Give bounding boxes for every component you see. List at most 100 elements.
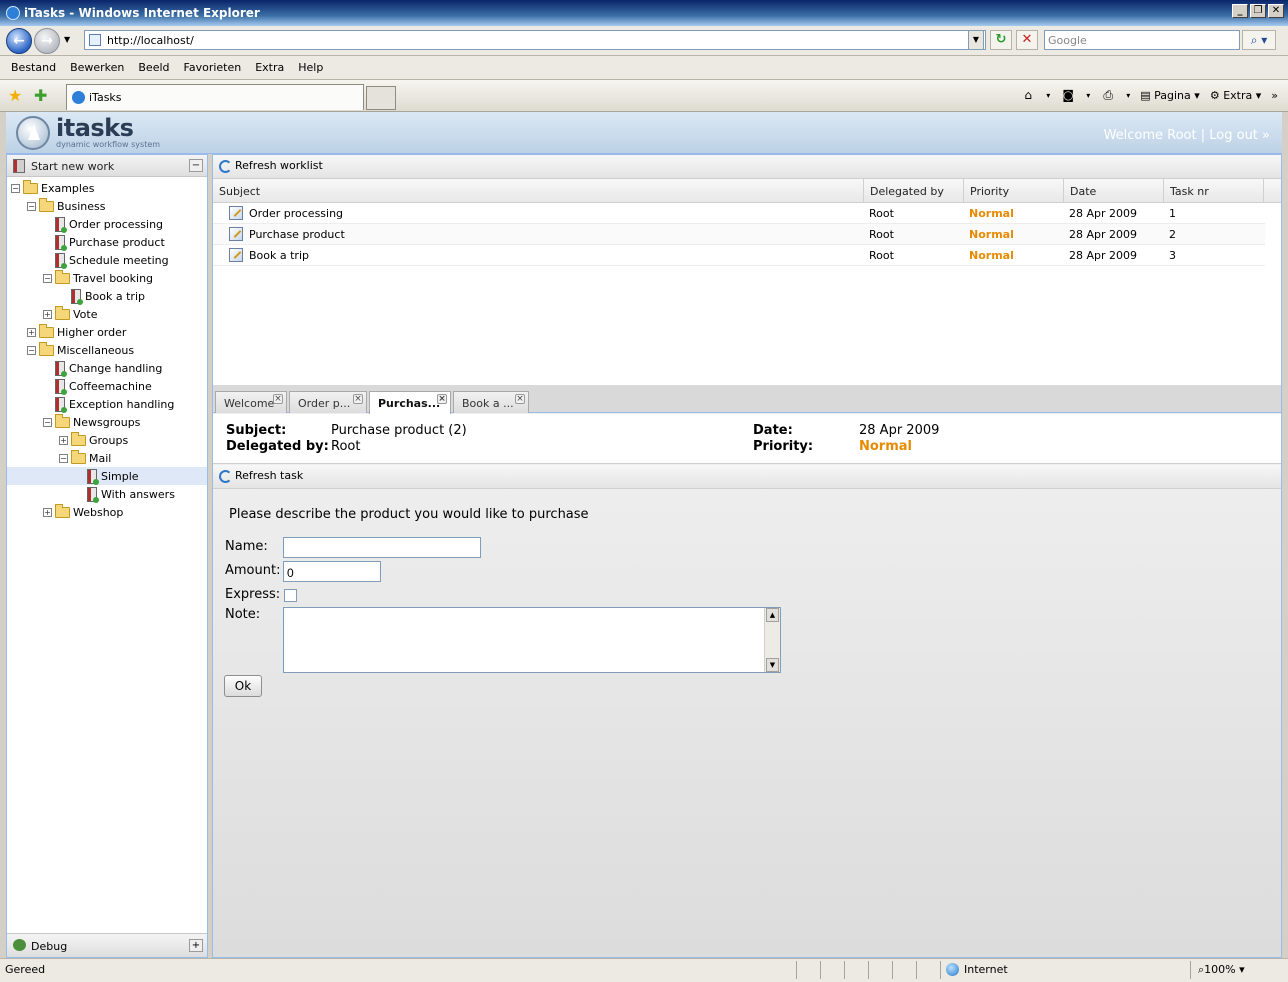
history-dropdown-icon[interactable]: ▼ bbox=[64, 35, 70, 44]
menu-item-beeld[interactable]: Beeld bbox=[131, 61, 176, 74]
refresh-task-button[interactable]: Refresh task bbox=[235, 469, 303, 482]
delegated-by-label: Delegated by: bbox=[226, 439, 329, 454]
tree-node-higher-order[interactable]: + Higher order bbox=[27, 323, 126, 341]
tree-node-miscellaneous[interactable]: − Miscellaneous bbox=[27, 341, 134, 359]
back-button[interactable]: ← bbox=[6, 28, 32, 54]
tree-node-schedule-meeting[interactable]: Schedule meeting bbox=[55, 251, 169, 269]
tree-node-book-a-trip[interactable]: Book a trip bbox=[71, 287, 145, 305]
menu-item-help[interactable]: Help bbox=[291, 61, 330, 74]
tree-node-business[interactable]: − Business bbox=[27, 197, 106, 215]
collapse-node-icon[interactable]: − bbox=[59, 453, 68, 463]
tab-close-icon[interactable]: × bbox=[437, 394, 447, 404]
ok-button[interactable]: Ok bbox=[224, 675, 262, 697]
edit-task-icon bbox=[229, 248, 243, 262]
table-row[interactable]: Order processing Root Normal 28 Apr 2009 1 bbox=[213, 203, 1265, 224]
tree-node-coffeemachine[interactable]: Coffeemachine bbox=[55, 377, 152, 395]
collapse-node-icon[interactable]: − bbox=[27, 201, 36, 211]
tab-close-icon[interactable]: × bbox=[515, 394, 525, 404]
express-checkbox[interactable] bbox=[284, 589, 297, 602]
table-row[interactable]: Book a trip Root Normal 28 Apr 2009 3 bbox=[213, 245, 1265, 266]
tab-3[interactable]: Book a ... × bbox=[453, 391, 529, 413]
note-scrollbar[interactable]: ▲ ▼ bbox=[764, 608, 780, 672]
refresh-icon[interactable]: ↻ bbox=[990, 30, 1012, 50]
tree-node-simple[interactable]: Simple bbox=[7, 467, 207, 485]
tree-node-examples[interactable]: − Examples bbox=[11, 179, 94, 197]
forward-button[interactable]: → bbox=[34, 28, 60, 54]
expand-node-icon[interactable]: + bbox=[43, 309, 52, 319]
tree-node-exception-handling[interactable]: Exception handling bbox=[55, 395, 174, 413]
col-task-nr[interactable]: Task nr bbox=[1163, 179, 1263, 203]
collapse-icon[interactable]: − bbox=[189, 159, 203, 172]
task-tabstrip: Welcome × Order p... × Purchas... × Book a ...… bbox=[213, 385, 1281, 414]
address-dropdown-icon[interactable]: ▼ bbox=[968, 30, 984, 50]
tab-close-icon[interactable]: × bbox=[353, 394, 363, 404]
address-input[interactable]: http://localhost/ bbox=[84, 30, 986, 50]
refresh-worklist-button[interactable]: Refresh worklist bbox=[235, 159, 323, 172]
tab-1[interactable]: Order p... × bbox=[289, 391, 367, 413]
expand-icon[interactable]: + bbox=[189, 939, 203, 952]
menu-item-favorieten[interactable]: Favorieten bbox=[177, 61, 249, 74]
search-input[interactable]: Google bbox=[1044, 30, 1240, 50]
chevron-more-icon[interactable]: » bbox=[1271, 89, 1278, 102]
collapse-node-icon[interactable]: − bbox=[43, 273, 52, 283]
scroll-up-icon[interactable]: ▲ bbox=[766, 608, 779, 622]
edit-task-icon bbox=[229, 206, 243, 220]
search-icon: ⌕ bbox=[1250, 33, 1258, 47]
close-button[interactable]: ✕ bbox=[1268, 4, 1284, 18]
search-button[interactable]: ⌕ ▾ bbox=[1242, 30, 1276, 50]
home-icon[interactable]: ⌂ bbox=[1020, 88, 1036, 102]
expand-node-icon[interactable]: + bbox=[59, 435, 68, 445]
page-menu[interactable]: ▤ Pagina ▾ bbox=[1140, 89, 1200, 102]
menu-item-bestand[interactable]: Bestand bbox=[4, 61, 63, 74]
tree-node-newsgroups[interactable]: − Newsgroups bbox=[43, 413, 140, 431]
tree-node-vote[interactable]: + Vote bbox=[43, 305, 97, 323]
feeds-icon[interactable]: ◙ bbox=[1060, 88, 1076, 102]
col-priority[interactable]: Priority bbox=[963, 179, 1063, 203]
tab-close-icon[interactable]: × bbox=[273, 394, 283, 404]
menu-item-bewerken[interactable]: Bewerken bbox=[63, 61, 131, 74]
browser-tab-itasks[interactable]: iTasks bbox=[66, 84, 364, 110]
tree-node-groups[interactable]: + Groups bbox=[59, 431, 128, 449]
favorites-star-icon[interactable]: ★ bbox=[8, 86, 22, 105]
add-favorite-icon[interactable]: ✚ bbox=[34, 86, 47, 105]
table-row[interactable]: Purchase product Root Normal 28 Apr 2009 2 bbox=[213, 224, 1265, 245]
restore-button[interactable]: ❐ bbox=[1250, 4, 1266, 18]
col-subject[interactable]: Subject bbox=[213, 179, 863, 203]
new-tab-button[interactable] bbox=[366, 86, 396, 110]
tab-2[interactable]: Purchas... × bbox=[369, 391, 451, 414]
window-title: iTasks - Windows Internet Explorer bbox=[24, 6, 260, 20]
tree-node-travel-booking[interactable]: − Travel booking bbox=[43, 269, 153, 287]
collapse-node-icon[interactable]: − bbox=[27, 345, 36, 355]
col-date[interactable]: Date bbox=[1063, 179, 1163, 203]
print-icon[interactable]: ⎙ bbox=[1100, 88, 1116, 102]
scroll-down-icon[interactable]: ▼ bbox=[766, 658, 779, 672]
debug-header[interactable]: Debug + bbox=[7, 933, 207, 957]
expand-node-icon[interactable]: + bbox=[43, 507, 52, 517]
tree-node-change-handling[interactable]: Change handling bbox=[55, 359, 162, 377]
extra-menu[interactable]: ⚙ Extra ▾ bbox=[1210, 89, 1261, 102]
menu-item-extra[interactable]: Extra bbox=[248, 61, 291, 74]
minimize-button[interactable]: _ bbox=[1232, 4, 1248, 18]
tab-0[interactable]: Welcome × bbox=[215, 391, 287, 413]
welcome-logout-link[interactable]: Welcome Root | Log out » bbox=[1104, 128, 1270, 143]
amount-input[interactable] bbox=[283, 561, 381, 582]
stop-icon[interactable]: ✕ bbox=[1016, 30, 1038, 50]
edit-task-icon bbox=[229, 227, 243, 241]
name-input[interactable] bbox=[283, 537, 481, 558]
tree-node-label: Mail bbox=[89, 451, 112, 465]
start-new-work-header[interactable]: Start new work − bbox=[7, 155, 207, 177]
tree-node-mail[interactable]: − Mail bbox=[59, 449, 111, 467]
zoom-level[interactable]: ⌕100% ▾ bbox=[1198, 963, 1245, 977]
tree-node-order-processing[interactable]: Order processing bbox=[55, 215, 163, 233]
tree-node-label: Webshop bbox=[73, 505, 124, 519]
tree-node-webshop[interactable]: + Webshop bbox=[43, 503, 123, 521]
collapse-node-icon[interactable]: − bbox=[43, 417, 52, 427]
expand-node-icon[interactable]: + bbox=[27, 327, 36, 337]
page-icon bbox=[89, 34, 101, 46]
tree-node-with-answers[interactable]: With answers bbox=[87, 485, 175, 503]
tree-node-purchase-product[interactable]: Purchase product bbox=[55, 233, 165, 251]
tree-node-label: Business bbox=[57, 199, 106, 213]
col-delegated-by[interactable]: Delegated by bbox=[863, 179, 963, 203]
note-textarea[interactable]: ▲ ▼ bbox=[283, 607, 781, 673]
collapse-node-icon[interactable]: − bbox=[11, 183, 20, 193]
